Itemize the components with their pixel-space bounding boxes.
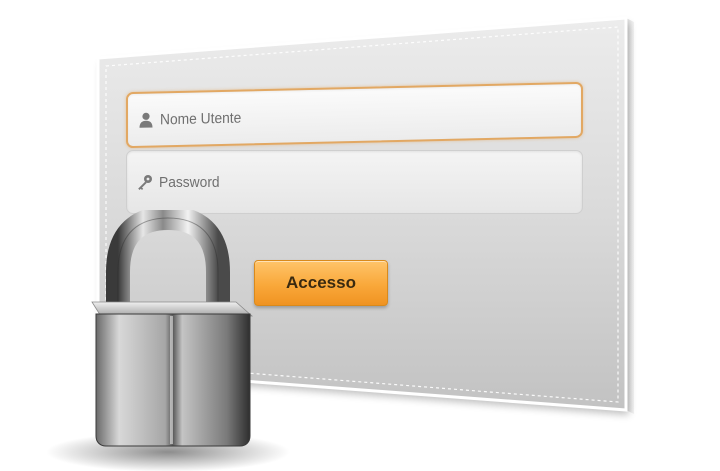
password-field[interactable]: Password	[126, 150, 583, 214]
password-placeholder: Password	[159, 173, 220, 191]
username-placeholder: Nome Utente	[160, 109, 242, 128]
user-icon	[136, 112, 156, 128]
key-icon	[135, 174, 155, 190]
padlock-icon	[46, 210, 290, 471]
login-scene: Nome Utente Password Accesso	[0, 0, 720, 471]
username-field[interactable]: Nome Utente	[126, 81, 583, 149]
